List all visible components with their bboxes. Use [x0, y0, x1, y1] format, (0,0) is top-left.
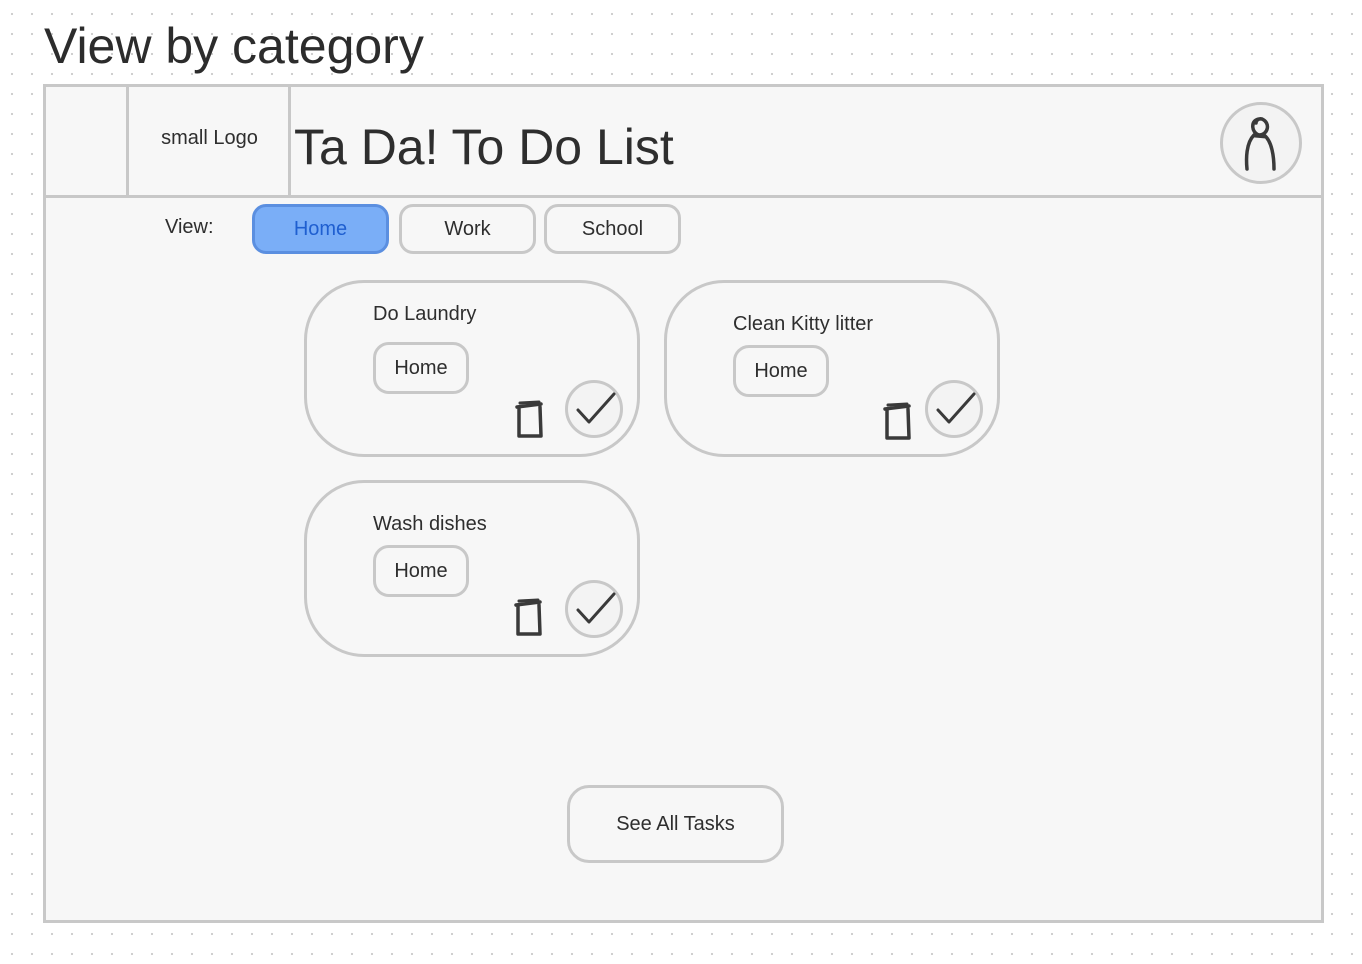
task-card: Wash dishes Home: [304, 480, 640, 657]
app-title: Ta Da! To Do List: [294, 119, 674, 175]
complete-button[interactable]: [565, 580, 623, 638]
filter-tab-school[interactable]: School: [544, 204, 681, 254]
check-icon: [576, 392, 616, 424]
trash-icon[interactable]: [880, 401, 914, 441]
task-title: Clean Kitty litter: [733, 313, 874, 335]
trash-icon[interactable]: [511, 597, 545, 637]
filter-tab-home[interactable]: Home: [252, 204, 389, 254]
task-title: Wash dishes: [373, 513, 487, 535]
see-all-tasks-button[interactable]: See All Tasks: [567, 785, 784, 863]
header-divider: [126, 87, 129, 195]
logo[interactable]: small Logo: [131, 87, 288, 195]
check-icon: [936, 392, 976, 424]
trash-icon[interactable]: [512, 399, 546, 439]
view-filter-label: View:: [165, 216, 214, 238]
task-category-tag[interactable]: Home: [373, 545, 469, 597]
task-category-tag[interactable]: Home: [733, 345, 829, 397]
complete-button[interactable]: [925, 380, 983, 438]
task-card: Clean Kitty litter Home: [664, 280, 1000, 457]
profile-avatar[interactable]: [1220, 102, 1302, 184]
task-title: Do Laundry: [373, 303, 477, 325]
filter-tab-work[interactable]: Work: [399, 204, 536, 254]
app-header: small Logo Ta Da! To Do List: [46, 87, 1321, 198]
task-category-tag[interactable]: Home: [373, 342, 469, 394]
complete-button[interactable]: [565, 380, 623, 438]
header-divider: [288, 87, 291, 195]
user-icon: [1244, 117, 1276, 171]
page-title: View by category: [44, 18, 424, 74]
task-card: Do Laundry Home: [304, 280, 640, 457]
app-frame: small Logo Ta Da! To Do List View: Home …: [43, 84, 1324, 923]
check-icon: [576, 592, 616, 624]
